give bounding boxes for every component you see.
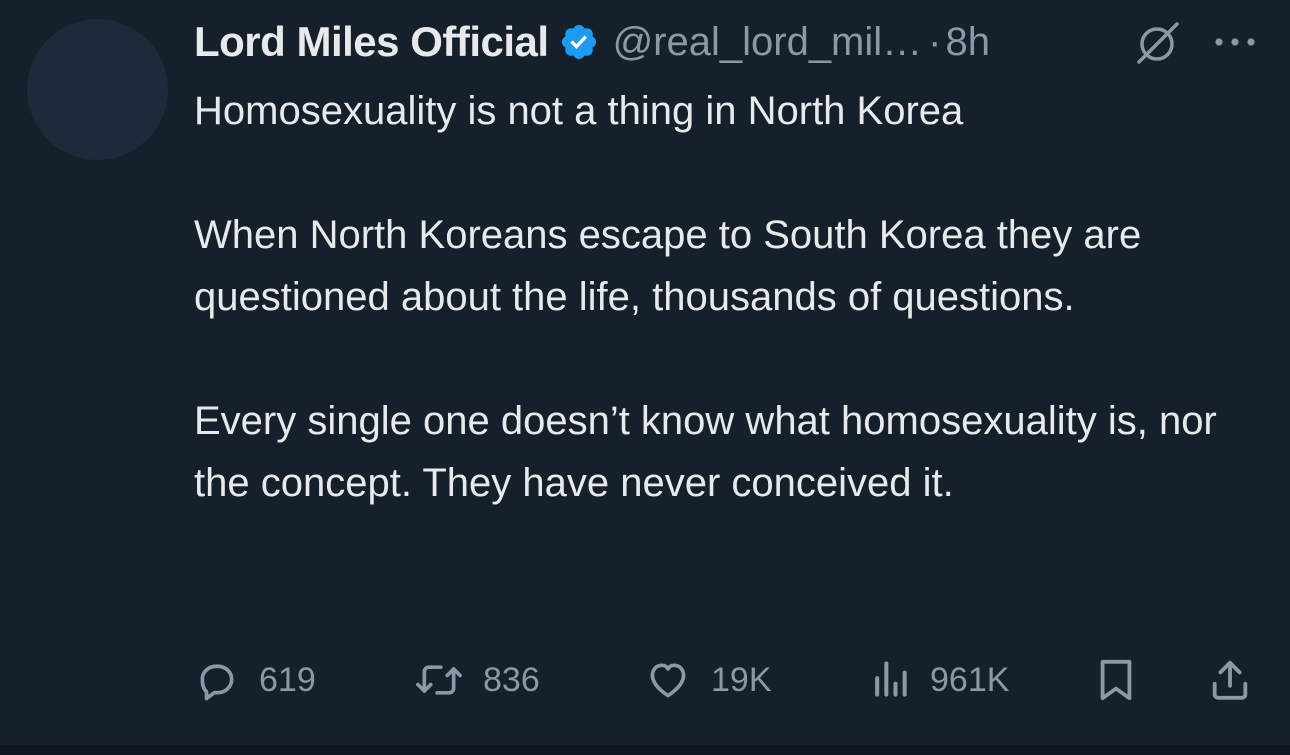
- bookmark-button[interactable]: [1096, 650, 1136, 710]
- views-button[interactable]: 961K: [870, 650, 1009, 710]
- share-icon: [1208, 657, 1252, 703]
- tweet-actions-bar: 619 836 19K 961K: [0, 650, 1290, 710]
- reply-icon: [195, 658, 239, 702]
- header-separator: ·: [928, 19, 942, 64]
- tweet-paragraph: Homosexuality is not a thing in North Ko…: [194, 89, 964, 133]
- reply-count: 619: [259, 660, 316, 699]
- bookmark-icon: [1096, 657, 1136, 703]
- tweet-timestamp[interactable]: 8h: [945, 20, 990, 65]
- views-bar-chart-icon: [870, 658, 910, 702]
- author-handle[interactable]: @real_lord_mil…: [613, 20, 923, 65]
- grok-icon[interactable]: [1133, 20, 1185, 66]
- tweet-paragraph: Every single one doesn’t know what homos…: [194, 399, 1217, 505]
- tweet-header: Lord Miles Official @real_lord_mil… · 8h: [194, 14, 990, 70]
- repost-count: 836: [483, 660, 540, 699]
- like-button[interactable]: 19K: [645, 650, 772, 710]
- author-display-name[interactable]: Lord Miles Official: [194, 18, 549, 66]
- tweet-card[interactable]: Lord Miles Official @real_lord_mil… · 8h…: [0, 0, 1290, 745]
- avatar[interactable]: [27, 19, 168, 160]
- more-options-icon[interactable]: [1210, 24, 1260, 60]
- tweet-text: Homosexuality is not a thing in North Ko…: [194, 80, 1269, 514]
- verified-badge-icon[interactable]: [559, 22, 599, 62]
- tweet-paragraph: When North Koreans escape to South Korea…: [194, 213, 1142, 319]
- repost-button[interactable]: 836: [415, 650, 540, 710]
- reply-button[interactable]: 619: [195, 650, 316, 710]
- share-button[interactable]: [1208, 650, 1252, 710]
- timeline-divider: [0, 745, 1290, 755]
- like-count: 19K: [711, 660, 772, 699]
- heart-icon: [645, 658, 691, 702]
- repost-icon: [415, 658, 463, 702]
- views-count: 961K: [930, 660, 1010, 699]
